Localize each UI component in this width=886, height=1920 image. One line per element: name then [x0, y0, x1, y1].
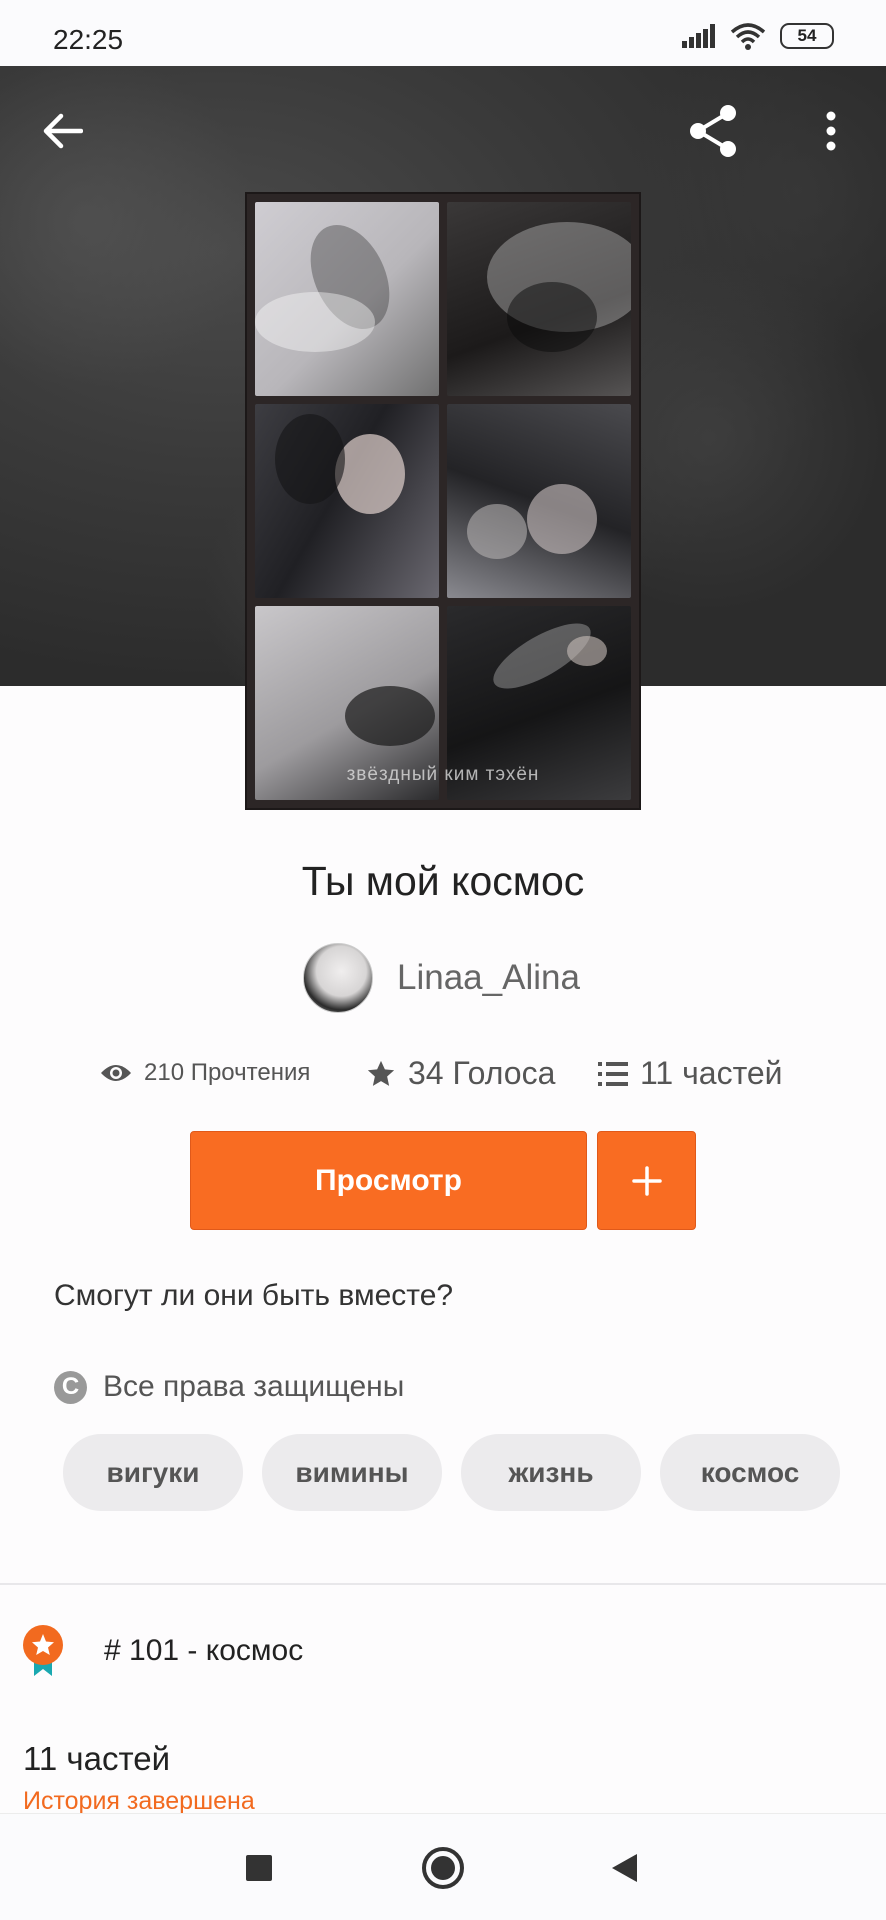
- triangle-back-icon: [612, 1854, 637, 1882]
- more-options-button[interactable]: [796, 96, 866, 166]
- read-button[interactable]: Просмотр: [190, 1131, 587, 1230]
- star-icon: [367, 1060, 395, 1086]
- reads-stat: 210 Прочтения: [100, 1059, 310, 1087]
- list-icon: [598, 1061, 628, 1086]
- story-cover[interactable]: звёздный ким тэхён: [245, 192, 641, 810]
- story-status: История завершена: [23, 1787, 255, 1815]
- more-vertical-icon: [826, 111, 836, 151]
- copyright-row: C Все права защищены: [54, 1370, 404, 1404]
- author-avatar[interactable]: [303, 943, 373, 1013]
- plus-icon: [631, 1165, 662, 1196]
- status-bar: 22:25 54: [0, 0, 886, 66]
- copyright-text: Все права защищены: [103, 1370, 405, 1403]
- reads-count: 210 Прочтения: [144, 1059, 311, 1086]
- votes-count: 34 Голоса: [408, 1055, 556, 1091]
- parts-stat: 11 частей: [598, 1055, 783, 1092]
- author-name[interactable]: Linaa_Alina: [397, 958, 580, 998]
- home-button[interactable]: [415, 1840, 471, 1896]
- tag-chip[interactable]: вигуки: [63, 1434, 243, 1511]
- square-icon: [246, 1855, 272, 1881]
- share-button[interactable]: [679, 96, 749, 166]
- cover-photo: [255, 404, 439, 598]
- story-description: Смогут ли они быть вместе?: [54, 1279, 454, 1312]
- status-time: 22:25: [53, 24, 124, 55]
- status-icons: 54: [682, 22, 834, 50]
- share-icon: [690, 105, 736, 157]
- parts-count-stat: 11 частей: [640, 1055, 783, 1091]
- cover-photo: [447, 404, 631, 598]
- home-circle-icon: [422, 1847, 464, 1889]
- ranking-row[interactable]: # 101 - космос: [22, 1624, 303, 1678]
- cover-photo: [447, 202, 631, 396]
- ranking-badge-icon: [23, 1625, 63, 1676]
- wifi-icon: [730, 23, 766, 50]
- story-title: Ты мой космос: [301, 858, 585, 904]
- add-to-library-button[interactable]: [597, 1131, 696, 1230]
- votes-stat: 34 Голоса: [366, 1055, 555, 1092]
- back-button[interactable]: [28, 96, 98, 166]
- story-stats: 210 Прочтения 34 Голоса 11 частей: [0, 1055, 886, 1099]
- toc-parts-count[interactable]: 11 частей: [23, 1740, 170, 1778]
- arrow-left-icon: [43, 113, 83, 149]
- cover-photo: [255, 202, 439, 396]
- eye-icon: [101, 1065, 131, 1081]
- copyright-icon: C: [54, 1370, 87, 1404]
- tag-list: вигуки вимины жизнь космос: [63, 1434, 840, 1511]
- cover-caption: звёздный ким тэхён: [346, 764, 540, 785]
- author-link[interactable]: Linaa_Alina: [303, 943, 580, 1013]
- section-divider: [0, 1583, 886, 1585]
- battery-indicator: 54: [780, 23, 834, 49]
- back-nav-button[interactable]: [596, 1840, 652, 1896]
- system-navigation-bar: [0, 1813, 886, 1920]
- tag-chip[interactable]: жизнь: [461, 1434, 641, 1511]
- ranking-text: # 101 - космос: [104, 1634, 304, 1667]
- tag-chip[interactable]: космос: [660, 1434, 840, 1511]
- recent-apps-button[interactable]: [231, 1840, 287, 1896]
- signal-icon: [682, 24, 715, 48]
- tag-chip[interactable]: вимины: [262, 1434, 442, 1511]
